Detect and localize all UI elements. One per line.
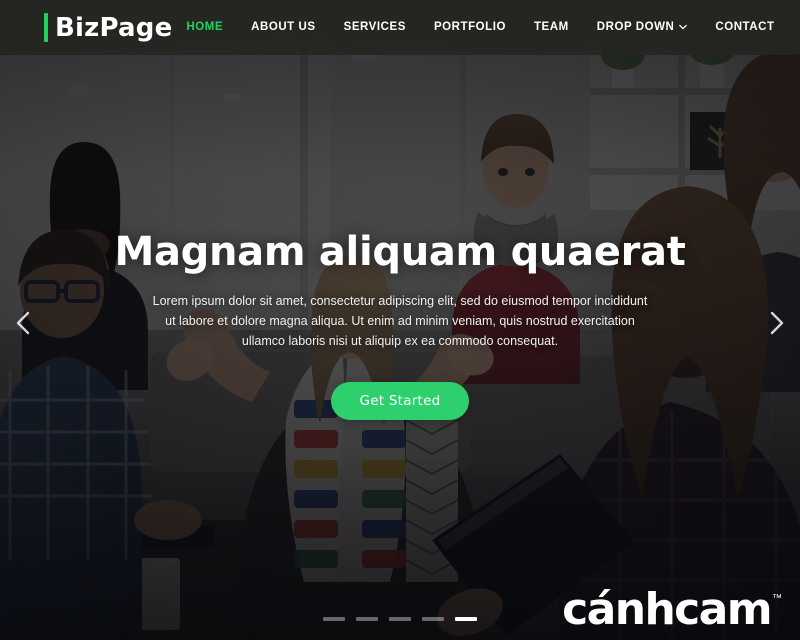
get-started-button[interactable]: Get Started (330, 381, 470, 420)
chevron-down-icon (679, 23, 688, 31)
nav-drop-down[interactable]: DROP DOWN (583, 16, 702, 40)
nav-home-label: HOME (186, 20, 224, 33)
nav-portfolio-label: PORTFOLIO (433, 20, 506, 33)
nav-contact[interactable]: CONTACT (701, 16, 788, 40)
nav-portfolio[interactable]: PORTFOLIO (420, 16, 520, 40)
carousel-indicators (0, 617, 800, 621)
hero-slider-page: BizPage HOME ABOUT US SERVICES PORTFOLIO… (0, 0, 800, 640)
nav-services-label: SERVICES (343, 20, 406, 33)
hero-title: Magnam aliquam quaerat (114, 229, 686, 275)
nav-services[interactable]: SERVICES (330, 16, 420, 40)
logo-accent-bar (44, 13, 48, 42)
carousel-indicator-4[interactable] (422, 617, 444, 621)
carousel-indicator-3[interactable] (389, 617, 411, 621)
site-header: BizPage HOME ABOUT US SERVICES PORTFOLIO… (0, 0, 800, 55)
carousel-indicator-2[interactable] (356, 617, 378, 621)
hero-section: Magnam aliquam quaerat Lorem ipsum dolor… (0, 230, 800, 420)
carousel-indicator-5[interactable] (455, 617, 477, 621)
hero-description: Lorem ipsum dolor sit amet, consectetur … (152, 293, 648, 349)
carousel-indicator-1[interactable] (323, 617, 345, 621)
nav-home[interactable]: HOME (172, 16, 237, 40)
carousel-next-button[interactable] (760, 308, 794, 342)
carousel-prev-button[interactable] (6, 308, 40, 342)
nav-team[interactable]: TEAM (520, 16, 583, 40)
nav-about-us[interactable]: ABOUT US (237, 16, 329, 40)
chevron-right-icon (766, 310, 788, 341)
site-logo[interactable]: BizPage (44, 0, 172, 55)
nav-drop-down-label: DROP DOWN (596, 20, 675, 33)
nav-contact-label: CONTACT (715, 20, 775, 33)
main-navigation: HOME ABOUT US SERVICES PORTFOLIO TEAM DR… (172, 16, 788, 40)
logo-text: BizPage (55, 12, 173, 43)
nav-about-us-label: ABOUT US (251, 20, 316, 33)
nav-team-label: TEAM (533, 20, 569, 33)
hero-cta-wrapper: Get Started (100, 381, 700, 420)
chevron-left-icon (12, 310, 34, 341)
